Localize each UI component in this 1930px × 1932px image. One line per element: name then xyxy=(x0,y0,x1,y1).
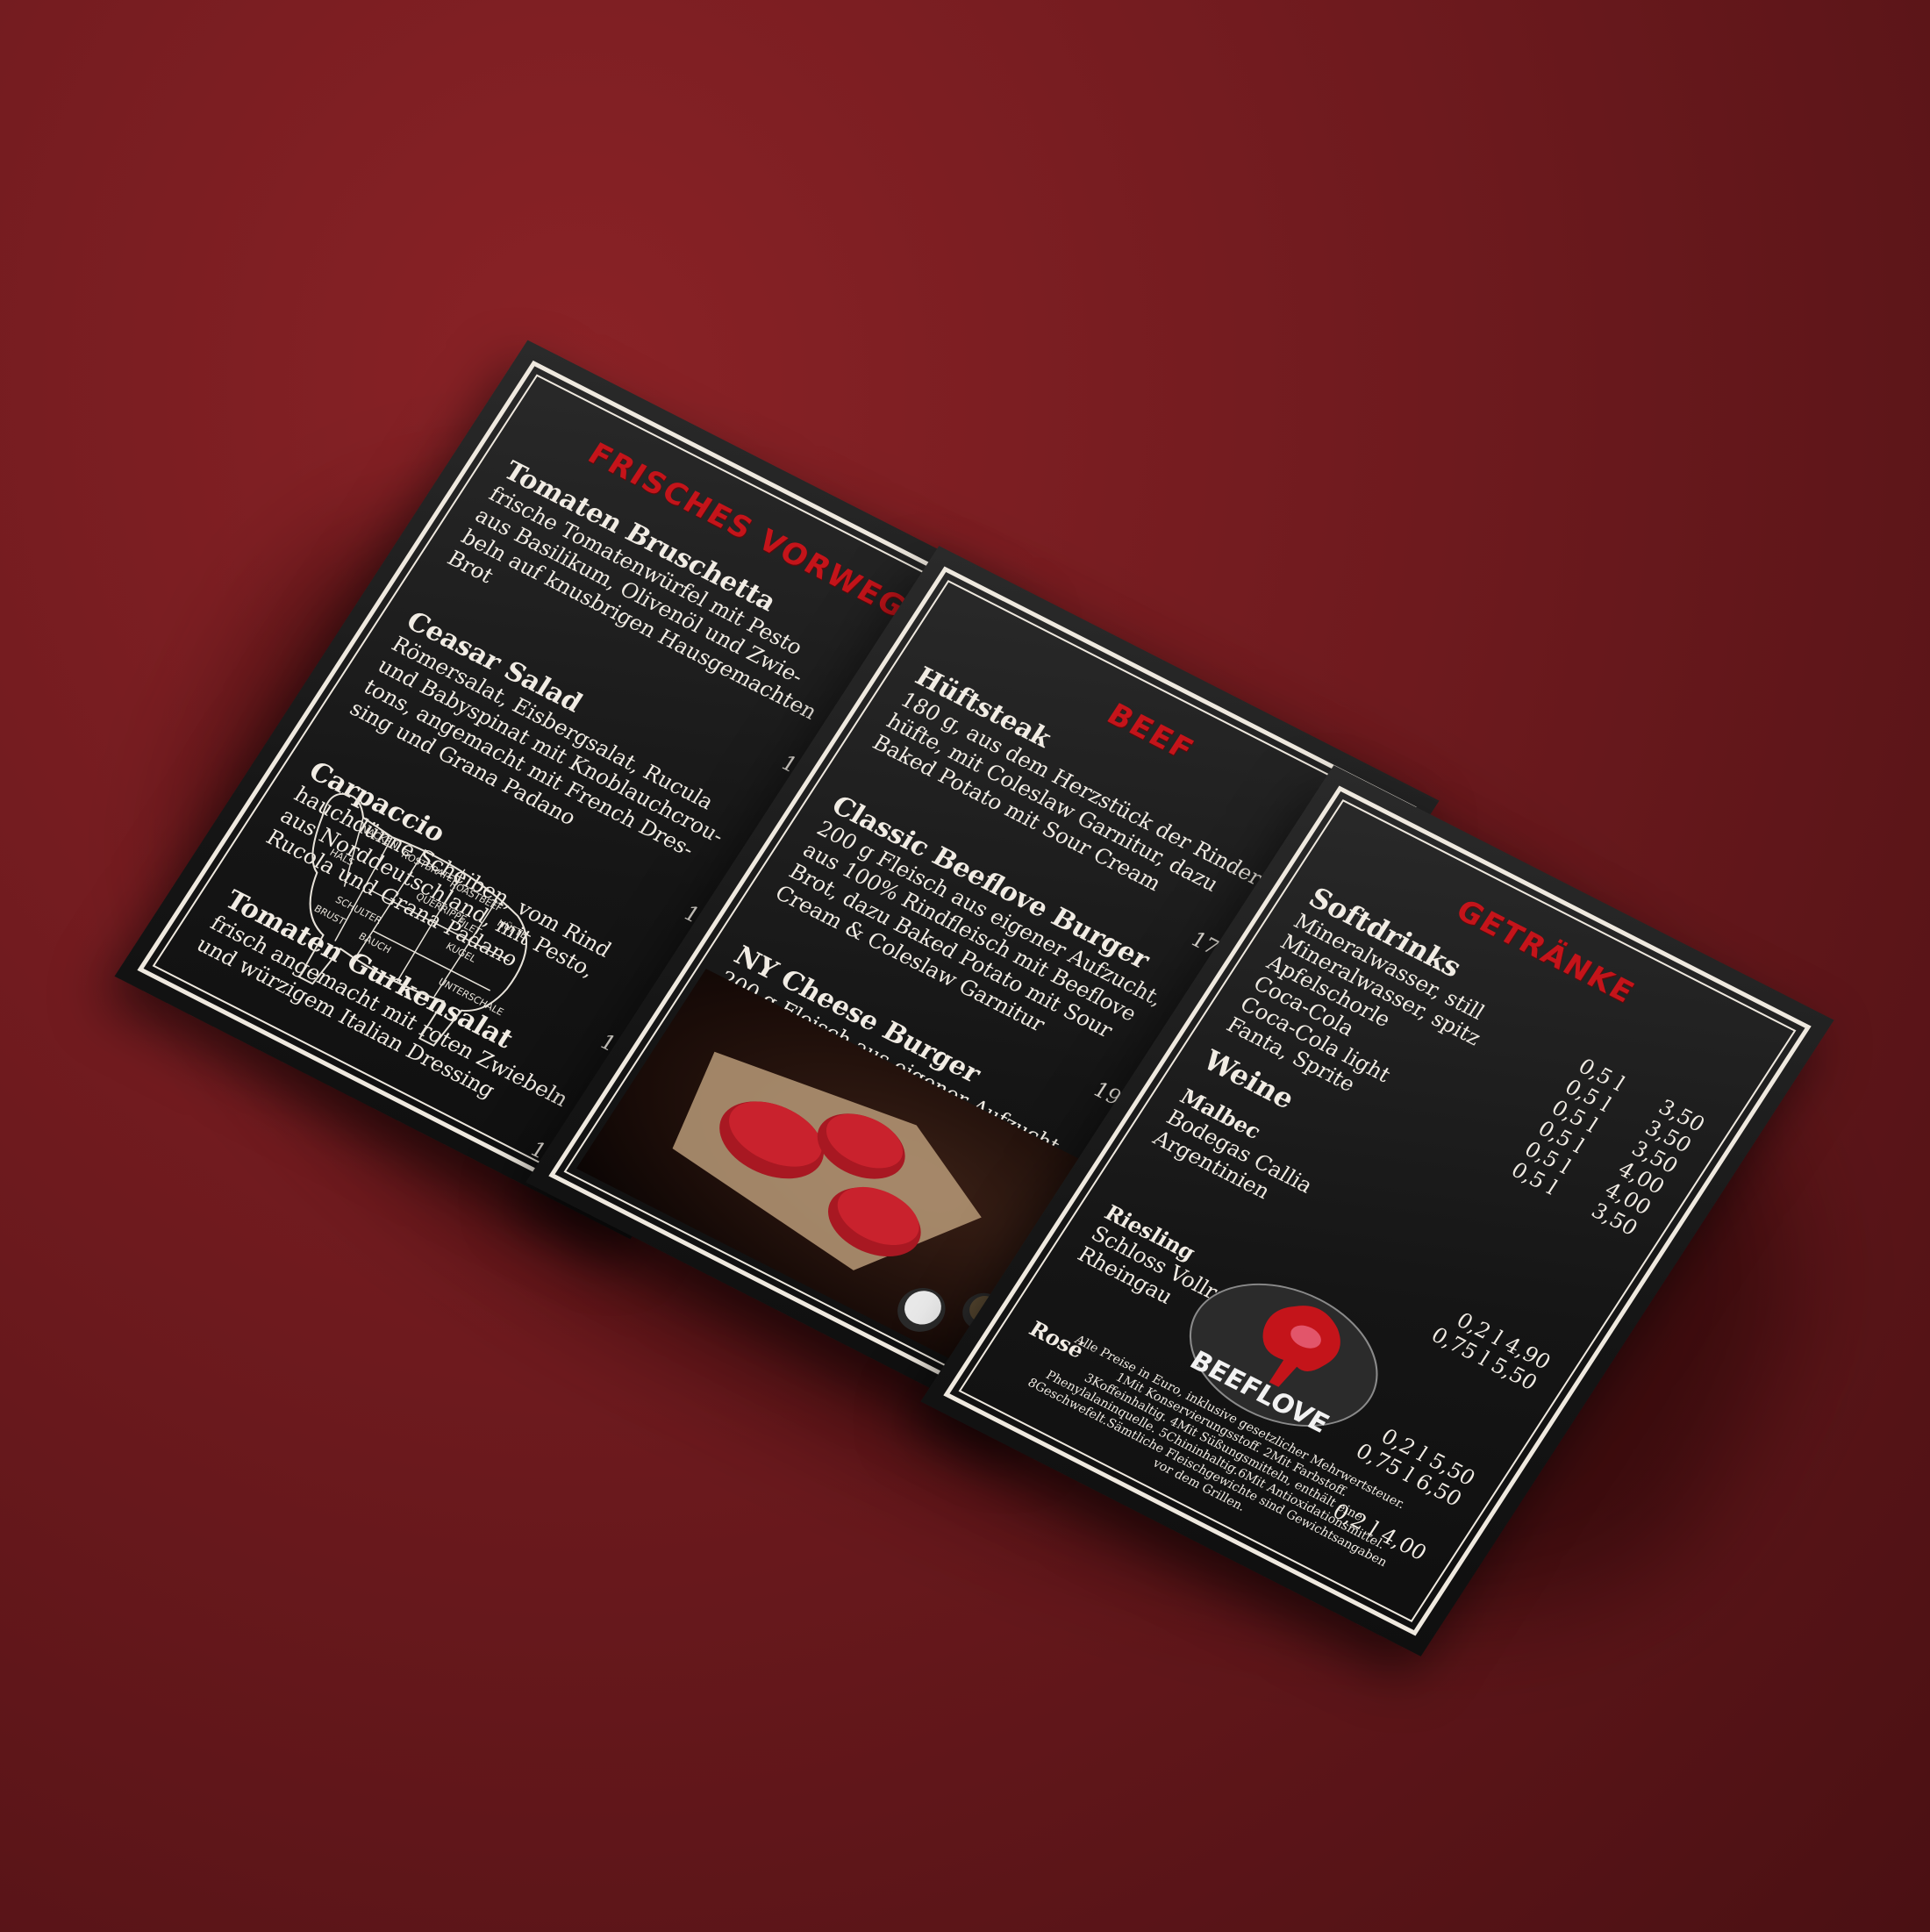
cow-cut-label: HALS xyxy=(327,847,356,868)
cow-cut-label: KUGEL xyxy=(444,941,479,965)
cow-cut-label: BAUCH xyxy=(356,931,393,956)
scene: FRISCHES VORWEG Tomaten Bruschetta frisch… xyxy=(0,0,1930,1932)
cow-cut-label: HÜFTE xyxy=(495,918,529,941)
cow-cut-label: UNTERSCHALE xyxy=(436,976,505,1018)
